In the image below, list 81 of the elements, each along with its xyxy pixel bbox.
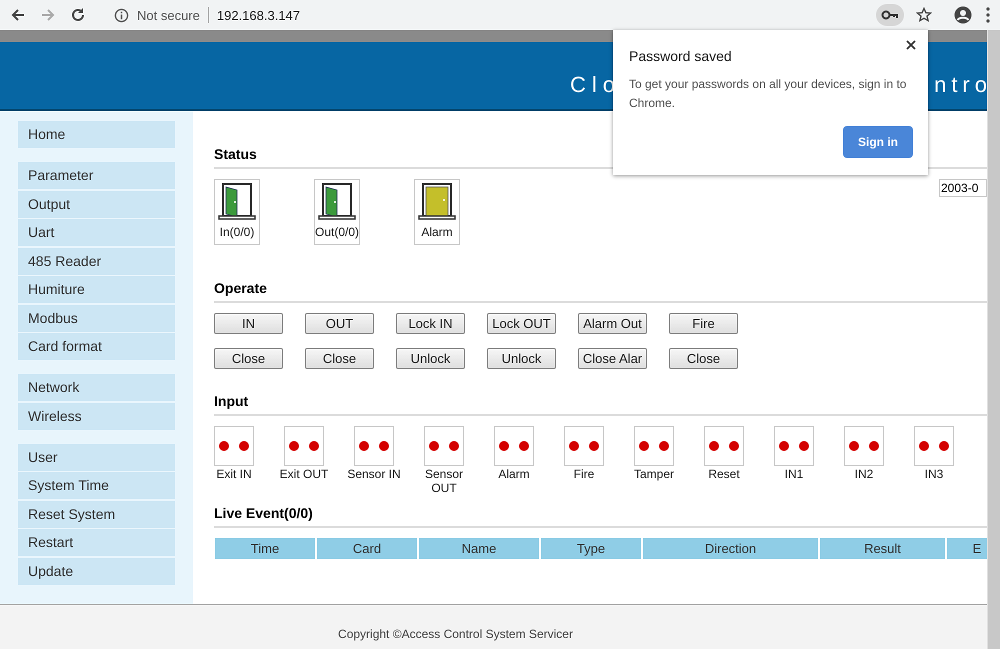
indicator-lights-icon [214, 426, 254, 466]
copyright-text: Copyright ©Access Control System Servicer [338, 627, 573, 643]
operate-button[interactable]: Unlock [487, 348, 556, 369]
sidebar-item[interactable]: Wireless [18, 402, 175, 430]
input-label: Exit IN [215, 467, 253, 481]
column-header: Time [215, 538, 315, 559]
column-header: Result [820, 538, 945, 559]
input-label: IN2 [854, 467, 874, 481]
sidebar-item[interactable]: Humiture [18, 276, 175, 303]
sidebar-item[interactable]: Uart [18, 219, 175, 246]
operate-button[interactable]: IN [214, 313, 283, 334]
input-label: Reset [707, 467, 741, 481]
sign-in-button[interactable]: Sign in [843, 126, 913, 158]
input-label: Sensor OUT [424, 467, 464, 495]
sidebar-item[interactable]: Card format [18, 333, 175, 360]
indicator-lights-icon [844, 426, 884, 466]
input-label: Alarm [497, 467, 531, 481]
account-icon[interactable] [954, 6, 972, 24]
door-label: Alarm [421, 225, 453, 239]
menu-icon[interactable] [986, 7, 990, 23]
sidebar-item[interactable]: Restart [18, 529, 175, 556]
input-label: Fire [572, 467, 596, 481]
back-icon[interactable] [10, 7, 26, 23]
security-label: Not secure [137, 8, 200, 22]
input-label: IN3 [924, 467, 944, 481]
operate-button[interactable]: Fire [669, 313, 738, 334]
sidebar-item[interactable]: Update [18, 558, 175, 584]
sidebar-item[interactable]: 485 Reader [18, 248, 175, 274]
key-icon[interactable] [876, 4, 904, 26]
operate-button[interactable]: OUT [305, 313, 374, 334]
operate-button[interactable]: Lock OUT [487, 313, 556, 334]
column-header: Card [317, 538, 417, 559]
indicator-lights-icon [634, 426, 674, 466]
sidebar-item[interactable]: Parameter [18, 162, 175, 189]
column-header: E [947, 538, 987, 559]
indicator-lights-icon [424, 426, 464, 466]
sidebar-item[interactable]: Modbus [18, 304, 175, 332]
column-header: Direction [643, 538, 818, 559]
input-label: Sensor IN [346, 467, 402, 481]
door-label: In(0/0) [220, 225, 254, 239]
column-header: Type [541, 538, 641, 559]
input-label: IN1 [784, 467, 804, 481]
close-icon[interactable] [906, 40, 916, 50]
section-heading: Input [214, 393, 250, 409]
section-heading: Status [214, 146, 258, 162]
sidebar-item[interactable]: Reset System [18, 500, 175, 528]
sidebar-item[interactable]: System Time [18, 472, 175, 499]
sidebar-item[interactable]: Home [18, 121, 175, 148]
operate-button[interactable]: Close [669, 348, 738, 369]
indicator-lights-icon [774, 426, 814, 466]
indicator-lights-icon [284, 426, 324, 466]
indicator-lights-icon [354, 426, 394, 466]
header-title: ntro [934, 72, 987, 98]
star-icon[interactable] [916, 7, 932, 23]
indicator-lights-icon [494, 426, 534, 466]
input-label: Tamper [632, 467, 675, 481]
popup-message: To get your passwords on all your devices, sign in to Chrome. [629, 76, 907, 112]
operate-button[interactable]: Unlock [396, 348, 465, 369]
url-text: 192.168.3.147 [216, 8, 300, 22]
date-field[interactable]: 2003-0 [939, 179, 987, 197]
sidebar-item[interactable]: Output [18, 190, 175, 218]
sidebar-item[interactable]: User [18, 444, 175, 470]
indicator-lights-icon [564, 426, 604, 466]
input-label: Exit OUT [278, 467, 330, 481]
info-icon[interactable] [114, 8, 129, 22]
column-header: Name [419, 538, 539, 559]
reload-icon[interactable] [70, 7, 86, 23]
section-heading: Operate [214, 280, 268, 296]
indicator-lights-icon [914, 426, 954, 466]
popup-title: Password saved [629, 48, 733, 64]
section-heading: Live Event(0/0) [214, 505, 314, 521]
operate-button[interactable]: Alarm Out [578, 313, 647, 334]
operate-button[interactable]: Lock IN [396, 313, 465, 334]
scrollbar[interactable] [987, 30, 1000, 649]
operate-button[interactable]: Close [214, 348, 283, 369]
sidebar-item[interactable]: Network [18, 374, 175, 401]
operate-button[interactable]: Close Alar [578, 348, 647, 369]
header-title: Clo [570, 72, 622, 98]
indicator-lights-icon [704, 426, 744, 466]
operate-button[interactable]: Close [305, 348, 374, 369]
door-label: Out(0/0) [315, 225, 360, 239]
